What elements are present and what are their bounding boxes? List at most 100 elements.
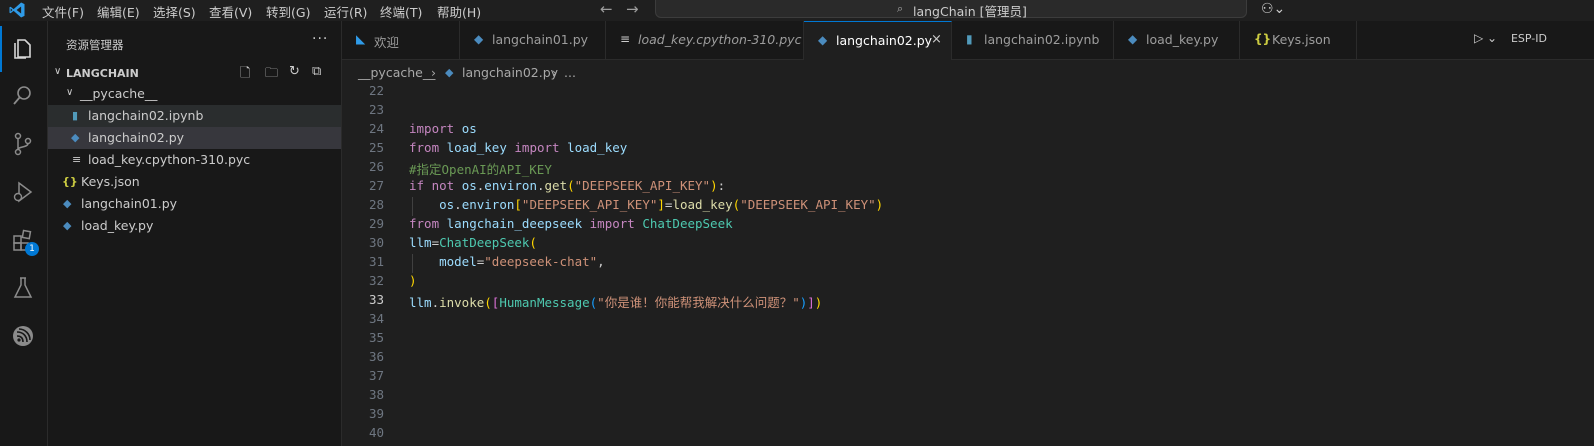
vscode-icon: ◣ [356, 32, 366, 46]
breadcrumb-file[interactable]: langchain02.py [462, 65, 558, 80]
tab-keys-json[interactable]: {} Keys.json [1240, 21, 1357, 59]
esp-idf-label[interactable]: ESP-ID [1511, 32, 1547, 45]
python-icon: ◆ [63, 219, 72, 232]
code-line: from langchain_deepseek import ChatDeepS… [409, 216, 733, 231]
line-number: 31 [368, 254, 384, 269]
menu-view[interactable]: 查看(V) [209, 2, 252, 21]
chevron-down-icon: ∨ [66, 87, 74, 98]
tab-label: langchain02.py [836, 33, 933, 48]
tab-label: Keys.json [1272, 32, 1331, 47]
file-lines-icon: ≡ [620, 32, 631, 46]
tree-item-label: Keys.json [81, 174, 140, 189]
testing-flask-icon[interactable] [0, 265, 47, 311]
tree-item-label: langchain01.py [81, 196, 178, 211]
code-line-current: llm.invoke([HumanMessage("你是谁！你能帮我解决什么问题… [409, 295, 823, 310]
back-arrow-icon[interactable]: ← [600, 0, 613, 18]
menu-help[interactable]: 帮助(H) [437, 2, 481, 21]
tab-load-key-py[interactable]: ◆ load_key.py [1114, 21, 1240, 59]
explorer-sidebar: 资源管理器 ··· ∨ LANGCHAIN 🗋 🗀 ↻ ⧉ ∨ __pycach… [48, 21, 342, 446]
tab-label: load_key.py [1146, 32, 1219, 47]
tab-langchain01-py[interactable]: ◆ langchain01.py [460, 21, 606, 59]
code-line: #指定OpenAI的API_KEY [409, 162, 552, 177]
line-number: 28 [368, 197, 384, 212]
line-number: 22 [368, 83, 384, 98]
copilot-icon[interactable]: ⚇⌄ [1261, 1, 1285, 17]
python-icon: ◆ [1128, 32, 1138, 46]
file-lines-icon: ≡ [72, 153, 82, 166]
breadcrumb-symbol[interactable]: ... [564, 65, 576, 80]
editor-tab-bar: ◣ 欢迎 ◆ langchain01.py ≡ load_key.cpython… [342, 21, 1594, 60]
tree-item-label: load_key.cpython-310.pyc [88, 152, 251, 167]
line-number: 39 [368, 406, 384, 421]
collapse-all-icon[interactable]: ⧉ [312, 64, 321, 79]
breadcrumb-folder[interactable]: __pycache__ [358, 65, 435, 80]
line-number: 38 [368, 387, 384, 402]
breadcrumb: __pycache__ › ◆ langchain02.py › ... [342, 60, 1594, 82]
code-line: ) [409, 273, 417, 288]
line-number: 29 [368, 216, 384, 231]
more-actions-icon[interactable]: ··· [312, 31, 328, 47]
tree-item-label: __pycache__ [80, 86, 158, 101]
tree-item-pycache[interactable]: ∨ __pycache__ [48, 83, 341, 105]
tab-label: langchain02.ipynb [984, 32, 1100, 47]
python-icon: ◆ [474, 32, 484, 46]
tree-item-langchain02-ipynb[interactable]: ▮ langchain02.ipynb [48, 105, 341, 127]
forward-arrow-icon[interactable]: → [626, 0, 639, 18]
tab-label: 欢迎 [374, 35, 400, 50]
tree-item-label: load_key.py [81, 218, 154, 233]
tab-langchain02-ipynb[interactable]: ▮ langchain02.ipynb [952, 21, 1114, 59]
search-icon[interactable] [0, 73, 47, 119]
search-icon: ⌕ [897, 2, 904, 15]
tab-load-key-pyc[interactable]: ≡ load_key.cpython-310.pyc [606, 21, 804, 59]
source-control-icon[interactable] [0, 121, 47, 167]
editor-actions: ▷ ⌄ ESP-ID [1474, 31, 1547, 45]
vscode-logo-icon [9, 2, 25, 18]
workspace-folder-label: LANGCHAIN [66, 67, 139, 80]
title-bar: 文件(F) 编辑(E) 选择(S) 查看(V) 转到(G) 运行(R) 终端(T… [0, 0, 1594, 20]
extensions-icon[interactable]: 1 [0, 217, 47, 263]
line-number: 30 [368, 235, 384, 250]
line-number: 34 [368, 311, 384, 326]
menu-goto[interactable]: 转到(G) [266, 2, 310, 21]
tree-item-load-key-py[interactable]: ◆ load_key.py [48, 215, 341, 237]
activity-bar: 1 [0, 21, 48, 446]
line-number-gutter: 22 23 24 25 26 27 28 29 30 31 32 33 34 3… [342, 82, 394, 446]
menu-run[interactable]: 运行(R) [324, 2, 367, 21]
run-play-icon[interactable]: ▷ ⌄ [1474, 31, 1497, 45]
code-line: model="deepseek-chat", [439, 254, 605, 269]
menu-edit[interactable]: 编辑(E) [97, 2, 140, 21]
python-icon: ◆ [71, 131, 80, 144]
line-number-current: 33 [368, 292, 384, 307]
tree-item-label: langchain02.ipynb [88, 108, 204, 123]
menu-selection[interactable]: 选择(S) [153, 2, 196, 21]
code-line: llm=ChatDeepSeek( [409, 235, 537, 250]
menu-file[interactable]: 文件(F) [42, 2, 84, 21]
line-number: 23 [368, 102, 384, 117]
explorer-icon[interactable] [0, 26, 47, 72]
line-number: 26 [368, 159, 384, 174]
espressif-icon[interactable] [0, 313, 47, 359]
run-debug-icon[interactable] [0, 169, 47, 215]
chevron-right-icon: › [552, 65, 557, 80]
workspace-folder[interactable]: ∨ LANGCHAIN 🗋 🗀 ↻ ⧉ [48, 63, 341, 85]
json-icon: {} [1254, 32, 1272, 46]
line-number: 25 [368, 140, 384, 155]
menu-terminal[interactable]: 终端(T) [380, 2, 422, 21]
line-number: 36 [368, 349, 384, 364]
command-center-text: langChain [管理员] [913, 4, 1027, 19]
line-number: 37 [368, 368, 384, 383]
close-icon[interactable]: × [931, 32, 942, 47]
command-center[interactable]: ⌕ langChain [管理员] [655, 0, 1247, 19]
code-editor[interactable]: 22 23 24 25 26 27 28 29 30 31 32 33 34 3… [342, 82, 1594, 446]
tab-langchain02-py[interactable]: ◆ langchain02.py × [804, 21, 952, 60]
extensions-badge: 1 [25, 242, 39, 256]
tree-item-langchain01-py[interactable]: ◆ langchain01.py [48, 193, 341, 215]
tree-item-langchain02-py[interactable]: ◆ langchain02.py [48, 127, 341, 149]
line-number: 32 [368, 273, 384, 288]
tab-label: load_key.cpython-310.pyc [638, 32, 802, 47]
tree-item-keys-json[interactable]: {} Keys.json [48, 171, 341, 193]
code-line: import os [409, 121, 477, 136]
refresh-icon[interactable]: ↻ [289, 64, 300, 79]
tree-item-load-key-pyc[interactable]: ≡ load_key.cpython-310.pyc [48, 149, 341, 171]
tab-welcome[interactable]: ◣ 欢迎 [342, 21, 460, 59]
